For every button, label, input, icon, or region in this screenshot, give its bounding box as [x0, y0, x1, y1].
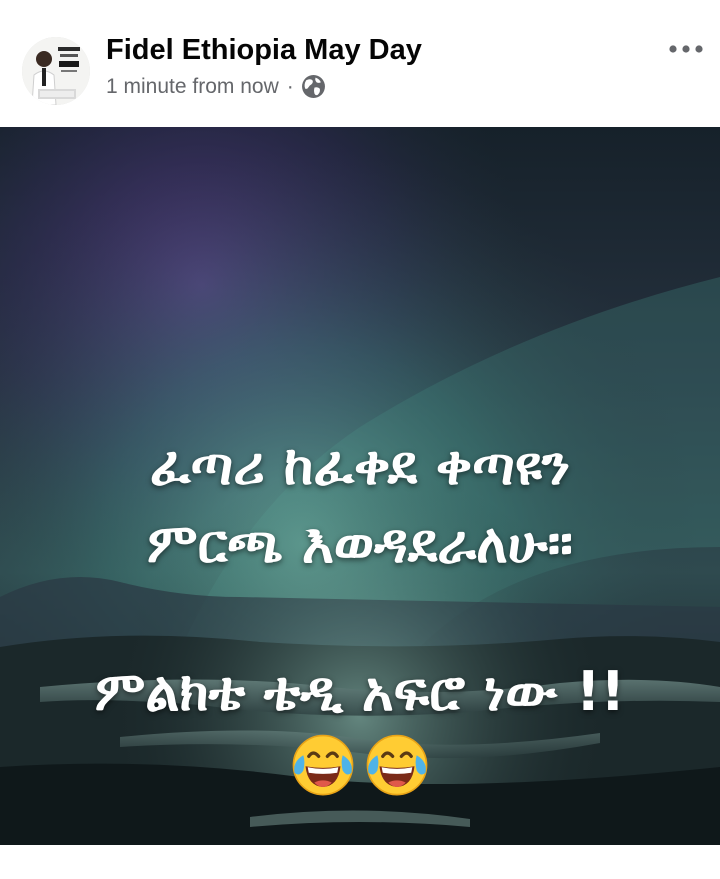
post-caption: ፈጣሪ ከፈቀደ ቀጣዩን ምርጫ እወዳደራለሁ። ምልክቴ ቴዲ አፍሮ ነ… — [0, 427, 720, 731]
face-with-tears-of-joy-icon — [292, 734, 354, 796]
post-meta: 1 minute from now · — [106, 74, 326, 99]
caption-line-2: ምርጫ እወዳደራለሁ። — [147, 512, 573, 575]
meta-separator: · — [286, 74, 294, 98]
post-header: Fidel Ethiopia May Day 1 minute from now… — [0, 0, 720, 127]
caption-line-1: ፈጣሪ ከፈቀደ ቀጣዩን — [149, 434, 571, 497]
post-footer — [0, 845, 720, 879]
post-timestamp[interactable]: 1 minute from now — [106, 75, 279, 99]
author-name[interactable]: Fidel Ethiopia May Day — [106, 34, 422, 67]
face-with-tears-of-joy-icon — [366, 734, 428, 796]
facebook-post: Fidel Ethiopia May Day 1 minute from now… — [0, 0, 720, 879]
caption-line-3: ምልክቴ ቴዲ አፍሮ ነው !! — [94, 660, 626, 723]
emoji-row — [0, 729, 720, 799]
more-horizontal-icon — [669, 45, 703, 53]
post-image[interactable]: ፈጣሪ ከፈቀደ ቀጣዩን ምርጫ እወዳደራለሁ። ምልክቴ ቴዲ አፍሮ ነ… — [0, 127, 720, 845]
globe-icon[interactable] — [301, 74, 326, 99]
more-options-button[interactable] — [666, 34, 706, 64]
author-avatar[interactable] — [22, 37, 90, 105]
